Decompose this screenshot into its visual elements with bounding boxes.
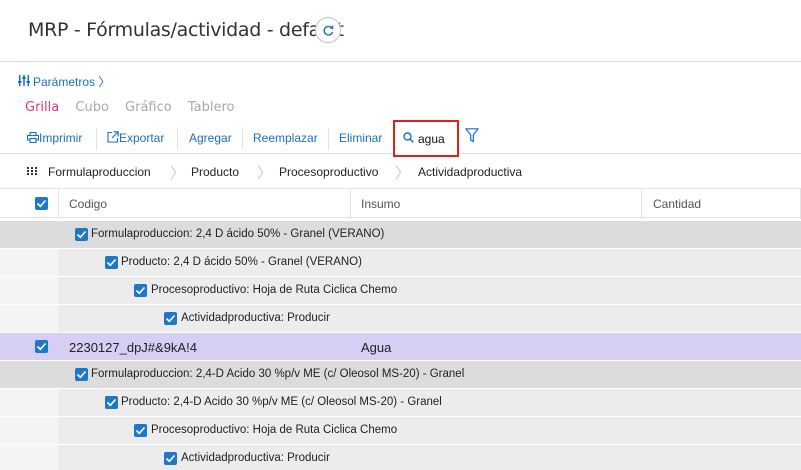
divider	[242, 128, 243, 150]
row-gutter	[0, 389, 58, 416]
group-label: Actividadproductiva: Producir	[181, 452, 330, 464]
breadcrumb-item-actividadproductiva[interactable]: Actividadproductiva	[418, 165, 522, 179]
print-label: Imprimir	[39, 131, 83, 145]
group-label: Procesoproductivo: Hoja de Ruta Ciclica …	[151, 284, 398, 296]
column-divider	[641, 189, 642, 219]
group-label: Procesoproductivo: Hoja de Ruta Ciclica …	[151, 424, 398, 436]
check-icon	[106, 398, 117, 407]
breadcrumb: Formulaproduccion 〉 Producto 〉 Procesopr…	[0, 157, 801, 187]
row-gutter	[0, 249, 58, 276]
chevron-right-icon: 〉	[257, 165, 273, 182]
breadcrumb-item-formulaproduccion[interactable]: Formulaproduccion	[48, 165, 151, 179]
row-gutter	[0, 445, 58, 470]
add-button[interactable]: Agregar	[189, 131, 232, 145]
divider	[96, 128, 97, 150]
tab-grilla[interactable]: Grilla	[25, 100, 59, 115]
parameters-link[interactable]: Parámetros 〉	[18, 73, 110, 90]
check-icon	[165, 454, 176, 463]
tab-tablero[interactable]: Tablero	[188, 100, 235, 115]
export-label: Exportar	[119, 131, 165, 145]
column-divider	[58, 189, 59, 219]
chevron-right-icon: 〉	[395, 165, 411, 182]
group-label: Formulaproduccion: 2,4-D Acido 30 %p/v M…	[91, 368, 465, 380]
group-row-procesoproductivo[interactable]: Procesoproductivo: Hoja de Ruta Ciclica …	[0, 277, 801, 305]
parameters-label: Parámetros 〉	[33, 75, 111, 89]
filter-icon[interactable]	[465, 128, 479, 143]
breadcrumb-item-producto[interactable]: Producto	[191, 165, 239, 179]
column-header-insumo[interactable]: Insumo	[361, 197, 400, 211]
row-checkbox[interactable]	[164, 452, 177, 465]
group-label: Producto: 2,4-D Acido 30 %p/v ME (c/ Ole…	[121, 396, 442, 408]
select-all-checkbox[interactable]	[35, 197, 48, 210]
group-label: Formulaproduccion: 2,4 D ácido 50% - Gra…	[91, 228, 385, 240]
print-button[interactable]: Imprimir	[26, 131, 83, 145]
row-checkbox[interactable]	[134, 424, 147, 437]
column-divider	[350, 189, 351, 219]
check-icon	[106, 258, 117, 267]
table-row[interactable]: 2230127_dpJ#&9kA!4 Agua	[0, 333, 801, 361]
divider	[328, 128, 329, 150]
column-header-cantidad[interactable]: Cantidad	[653, 197, 701, 211]
row-gutter	[0, 333, 58, 360]
column-header-codigo[interactable]: Codigo	[69, 197, 107, 211]
group-row-actividadproductiva[interactable]: Actividadproductiva: Producir	[0, 305, 801, 333]
row-gutter	[0, 305, 58, 332]
divider	[177, 128, 178, 150]
row-gutter	[0, 277, 58, 304]
row-checkbox[interactable]	[75, 368, 88, 381]
breadcrumb-item-procesoproductivo[interactable]: Procesoproductivo	[279, 165, 378, 179]
printer-icon	[26, 131, 40, 144]
title-bar: MRP - Fórmulas/actividad - default	[0, 0, 801, 62]
delete-button[interactable]: Eliminar	[339, 131, 382, 145]
check-icon	[36, 199, 47, 208]
check-icon	[36, 342, 47, 351]
external-link-icon	[107, 131, 119, 143]
check-icon	[135, 426, 146, 435]
refresh-icon	[323, 25, 334, 36]
check-icon	[76, 370, 87, 379]
group-row-producto[interactable]: Producto: 2,4-D Acido 30 %p/v ME (c/ Ole…	[0, 389, 801, 417]
check-icon	[76, 230, 87, 239]
search-icon	[403, 132, 414, 143]
row-checkbox[interactable]	[105, 256, 118, 269]
row-checkbox[interactable]	[164, 312, 177, 325]
check-icon	[135, 286, 146, 295]
row-checkbox[interactable]	[105, 396, 118, 409]
tab-cubo[interactable]: Cubo	[75, 100, 109, 115]
export-button[interactable]: Exportar	[107, 131, 164, 145]
view-tabs: Grilla Cubo Gráfico Tablero	[25, 100, 247, 115]
row-gutter	[0, 417, 58, 444]
group-row-producto[interactable]: Producto: 2,4 D ácido 50% - Granel (VERA…	[0, 249, 801, 277]
tab-grafico[interactable]: Gráfico	[125, 100, 172, 115]
cell-codigo[interactable]: 2230127_dpJ#&9kA!4	[69, 340, 197, 355]
search-value: agua	[418, 132, 445, 146]
group-row-formulaproduccion[interactable]: Formulaproduccion: 2,4-D Acido 30 %p/v M…	[0, 361, 801, 389]
row-checkbox[interactable]	[75, 228, 88, 241]
sliders-icon	[18, 75, 30, 86]
check-icon	[165, 314, 176, 323]
page-title: MRP - Fórmulas/actividad - default	[28, 19, 344, 41]
chevron-right-icon: 〉	[170, 165, 186, 182]
refresh-button[interactable]	[315, 17, 341, 43]
group-label: Producto: 2,4 D ácido 50% - Granel (VERA…	[121, 256, 362, 268]
group-row-procesoproductivo[interactable]: Procesoproductivo: Hoja de Ruta Ciclica …	[0, 417, 801, 445]
cell-insumo[interactable]: Agua	[361, 340, 391, 355]
group-row-actividadproductiva[interactable]: Actividadproductiva: Producir	[0, 445, 801, 470]
row-checkbox[interactable]	[134, 284, 147, 297]
grid-dots-icon	[27, 167, 37, 175]
search-input[interactable]: agua	[393, 120, 459, 157]
group-label: Actividadproductiva: Producir	[181, 312, 330, 324]
grid-header: Codigo Insumo Cantidad	[0, 188, 801, 219]
row-checkbox[interactable]	[35, 340, 48, 353]
group-row-formulaproduccion[interactable]: Formulaproduccion: 2,4 D ácido 50% - Gra…	[0, 221, 801, 249]
replace-button[interactable]: Reemplazar	[253, 131, 318, 145]
